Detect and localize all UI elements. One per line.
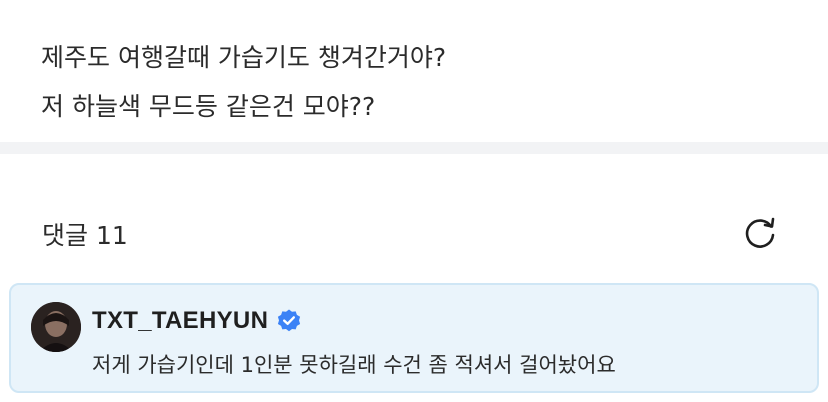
comments-header: 댓글 11 [0, 154, 828, 280]
comment-text: 저게 가습기인데 1인분 못하길래 수건 좀 적셔서 걸어놨어요 [92, 353, 616, 377]
comment-author[interactable]: TXT_TAEHYUN [92, 307, 302, 335]
comments-count-title: 댓글 11 [42, 221, 128, 250]
avatar[interactable] [31, 302, 81, 352]
post-text-line-1: 제주도 여행갈때 가습기도 챙겨간거야? [41, 43, 447, 72]
pinned-comment[interactable]: TXT_TAEHYUN 저게 가습기인데 1인분 못하길래 수건 좀 적셔서 걸… [9, 283, 819, 393]
avatar-image [31, 302, 81, 352]
refresh-icon [745, 217, 775, 248]
post-body: 제주도 여행갈때 가습기도 챙겨간거야? 저 하늘색 무드등 같은건 모야?? [0, 0, 828, 140]
post-text-line-2: 저 하늘색 무드등 같은건 모야?? [41, 92, 376, 121]
verified-badge-icon [276, 308, 302, 334]
author-name[interactable]: TXT_TAEHYUN [92, 307, 268, 335]
section-divider [0, 142, 828, 154]
refresh-button[interactable] [739, 212, 781, 254]
